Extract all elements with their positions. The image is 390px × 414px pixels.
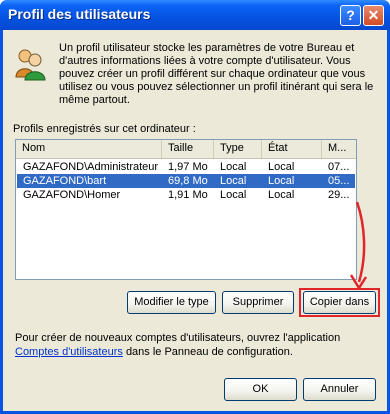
cell-type: Local [220, 175, 247, 187]
profiles-label: Profils enregistrés sur cet ordinateur : [13, 123, 196, 135]
red-arrow-annotation [349, 201, 368, 291]
delete-button[interactable]: Supprimer [222, 291, 294, 314]
user-accounts-link[interactable]: Comptes d'utilisateurs [15, 346, 123, 358]
column-header-state[interactable]: État [262, 140, 322, 158]
cell-state: Local [268, 189, 295, 201]
intro-text: Un profil utilisateur stocke les paramèt… [59, 42, 374, 106]
help-button[interactable]: ? [340, 5, 361, 26]
change-type-button[interactable]: Modifier le type [127, 291, 216, 314]
cell-modified: 05... [328, 175, 350, 187]
footer-text: Pour créer de nouveaux comptes d'utilisa… [15, 331, 365, 359]
cell-size: 1,97 Mo [168, 161, 208, 173]
cell-name: GAZAFOND\Homer [23, 189, 121, 201]
close-button[interactable]: ✕ [363, 5, 384, 26]
title-bar[interactable]: Profil des utilisateurs ? ✕ [0, 0, 390, 30]
profile-dialog-window: Profil des utilisateurs ? ✕ Un profil ut… [0, 0, 390, 414]
cell-size: 1,91 Mo [168, 189, 208, 201]
cell-name: GAZAFOND\Administrateur [23, 161, 159, 173]
cell-modified: 07... [328, 161, 350, 173]
ok-button[interactable]: OK [224, 378, 297, 401]
copy-to-button[interactable]: Copier dans [303, 291, 376, 314]
table-row-selected[interactable]: GAZAFOND\bart 69,8 Mo Local Local 05... [17, 174, 355, 188]
column-header-modified[interactable]: M... [322, 140, 356, 158]
profiles-list[interactable]: Nom Taille Type État M... GAZAFOND\Admin… [15, 139, 357, 280]
footer-text-before: Pour créer de nouveaux comptes d'utilisa… [15, 332, 341, 344]
dialog-body: Un profil utilisateur stocke les paramèt… [3, 30, 387, 411]
cancel-button[interactable]: Annuler [303, 378, 376, 401]
window-title: Profil des utilisateurs [8, 6, 151, 22]
cell-size: 69,8 Mo [168, 175, 208, 187]
cell-state: Local [268, 175, 295, 187]
column-header-size[interactable]: Taille [162, 140, 214, 158]
cell-state: Local [268, 161, 295, 173]
table-row[interactable]: GAZAFOND\Administrateur 1,97 Mo Local Lo… [17, 160, 355, 174]
users-icon [15, 49, 46, 81]
column-header-type[interactable]: Type [214, 140, 262, 158]
cell-type: Local [220, 189, 247, 201]
footer-text-after: dans le Panneau de configuration. [125, 346, 293, 358]
cell-name: GAZAFOND\bart [23, 175, 107, 187]
cell-type: Local [220, 161, 247, 173]
table-row[interactable]: GAZAFOND\Homer 1,91 Mo Local Local 29... [17, 188, 355, 202]
list-header: Nom Taille Type État M... [16, 140, 356, 159]
column-header-name[interactable]: Nom [16, 140, 162, 158]
